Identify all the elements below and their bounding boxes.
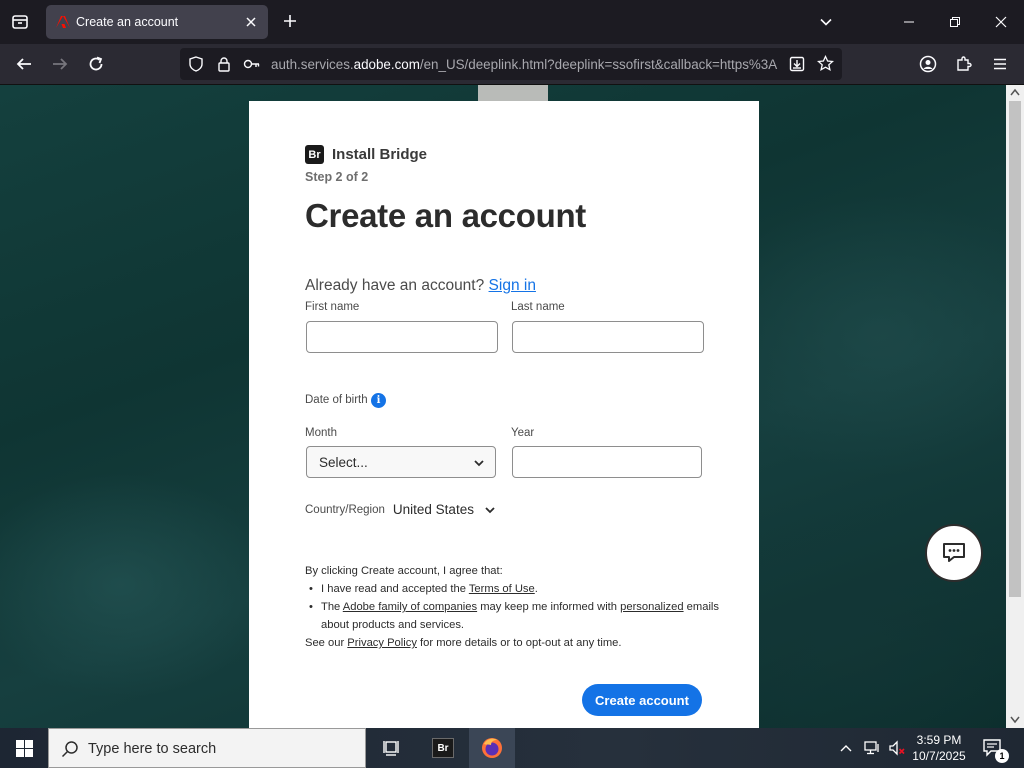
country-region-label: Country/Region bbox=[305, 503, 385, 516]
first-name-label: First name bbox=[305, 301, 360, 313]
chevron-down-icon bbox=[484, 504, 496, 516]
windows-start-icon[interactable] bbox=[0, 728, 48, 768]
bookmark-star-icon[interactable] bbox=[816, 54, 835, 77]
country-region-picker[interactable]: Country/Region United States bbox=[305, 502, 496, 517]
legal-list: I have read and accepted the Terms of Us… bbox=[305, 580, 725, 634]
close-window-icon[interactable] bbox=[978, 0, 1024, 44]
lock-icon[interactable] bbox=[216, 56, 232, 77]
tab-close-icon[interactable] bbox=[242, 13, 260, 31]
windows-taskbar: Type here to search Br 3:59 PM 10/7/2025… bbox=[0, 728, 1024, 768]
chevron-down-icon bbox=[473, 456, 485, 474]
task-view-icon[interactable] bbox=[369, 728, 415, 768]
system-clock[interactable]: 3:59 PM 10/7/2025 bbox=[912, 732, 966, 764]
step-indicator: Step 2 of 2 bbox=[305, 170, 369, 184]
chat-bubble-icon bbox=[943, 543, 965, 562]
taskbar-bridge-app[interactable]: Br bbox=[420, 728, 466, 768]
url-path: /en_US/deeplink.html?deeplink=ssofirst&c… bbox=[419, 57, 778, 72]
legal-text: . bbox=[534, 583, 538, 595]
chat-support-button[interactable] bbox=[925, 524, 983, 582]
url-prefix: auth.services. bbox=[271, 57, 354, 72]
scrollbar-thumb[interactable] bbox=[1009, 101, 1021, 597]
tab-title: Create an account bbox=[76, 15, 179, 29]
page-background: Br Install Bridge Step 2 of 2 Create an … bbox=[0, 85, 1006, 728]
minimize-window-icon[interactable] bbox=[886, 0, 932, 44]
new-tab-plus-icon[interactable] bbox=[279, 10, 301, 32]
notification-center-icon[interactable]: 1 bbox=[976, 728, 1010, 768]
last-name-label: Last name bbox=[511, 301, 565, 313]
scroll-down-arrow-icon[interactable] bbox=[1010, 716, 1020, 724]
app-name: Install Bridge bbox=[332, 146, 428, 163]
site-permissions-key-icon[interactable] bbox=[243, 56, 261, 77]
show-hidden-icons-chevron-icon[interactable] bbox=[833, 728, 859, 768]
month-label: Month bbox=[305, 427, 337, 439]
scroll-up-arrow-icon[interactable] bbox=[1010, 88, 1020, 96]
legal-item-communications: The Adobe family of companies may keep m… bbox=[309, 598, 725, 634]
page-scrollbar[interactable] bbox=[1006, 85, 1024, 728]
firefox-icon bbox=[482, 738, 502, 758]
account-profile-icon[interactable] bbox=[914, 50, 942, 78]
legal-outro: See our Privacy Policy for more details … bbox=[305, 634, 725, 652]
taskbar-search-box[interactable]: Type here to search bbox=[48, 728, 366, 768]
notification-count-badge: 1 bbox=[995, 749, 1009, 763]
already-have-account-label: Already have an account? bbox=[305, 277, 489, 294]
date-of-birth-label: Date of birth bbox=[305, 394, 368, 406]
legal-item-terms: I have read and accepted the Terms of Us… bbox=[309, 580, 725, 598]
signup-card: Br Install Bridge Step 2 of 2 Create an … bbox=[249, 101, 759, 728]
legal-text: for more details or to opt-out at any ti… bbox=[416, 637, 622, 649]
app-header: Br Install Bridge bbox=[305, 145, 427, 164]
last-name-field[interactable] bbox=[512, 321, 704, 353]
search-icon bbox=[61, 740, 79, 763]
browser-navigation-bar: auth.services.adobe.com/en_US/deeplink.h… bbox=[0, 44, 1024, 85]
legal-intro: By clicking Create account, I agree that… bbox=[305, 565, 503, 577]
sign-in-link[interactable]: Sign in bbox=[489, 277, 536, 294]
bridge-logo-icon: Br bbox=[305, 145, 324, 164]
browser-tab-active[interactable]: Create an account bbox=[46, 5, 268, 39]
restore-window-icon[interactable] bbox=[932, 0, 978, 44]
terms-of-use-link[interactable]: Terms of Use bbox=[469, 583, 535, 595]
already-have-account-text: Already have an account? Sign in bbox=[305, 277, 536, 295]
extensions-puzzle-icon[interactable] bbox=[950, 50, 978, 78]
legal-text: may keep me informed with bbox=[477, 601, 621, 613]
create-account-button[interactable]: Create account bbox=[582, 684, 702, 716]
reload-icon[interactable] bbox=[82, 50, 110, 78]
hamburger-menu-icon[interactable] bbox=[986, 50, 1014, 78]
page-title: Create an account bbox=[305, 197, 586, 234]
first-name-field[interactable] bbox=[306, 321, 498, 353]
back-arrow-icon[interactable] bbox=[10, 50, 38, 78]
legal-text: The bbox=[321, 601, 343, 613]
year-label: Year bbox=[511, 427, 535, 439]
adobe-family-of-companies-link[interactable]: Adobe family of companies bbox=[343, 601, 477, 613]
url-host: adobe.com bbox=[353, 57, 420, 72]
privacy-policy-link[interactable]: Privacy Policy bbox=[347, 637, 417, 649]
address-bar[interactable]: auth.services.adobe.com/en_US/deeplink.h… bbox=[180, 48, 842, 80]
list-all-tabs-chevron-icon[interactable] bbox=[815, 11, 837, 33]
browser-tab-bar: Create an account bbox=[0, 0, 1024, 44]
clock-time: 3:59 PM bbox=[916, 733, 962, 747]
network-icon[interactable] bbox=[859, 728, 885, 768]
taskbar-firefox-app[interactable] bbox=[469, 728, 515, 768]
search-placeholder: Type here to search bbox=[88, 741, 217, 757]
forward-arrow-icon[interactable] bbox=[46, 50, 74, 78]
personalized-link[interactable]: personalized bbox=[620, 601, 683, 613]
save-to-pocket-download-icon[interactable] bbox=[789, 56, 805, 77]
volume-muted-icon[interactable] bbox=[884, 728, 910, 768]
year-field[interactable] bbox=[512, 446, 702, 478]
clock-date: 10/7/2025 bbox=[912, 749, 966, 763]
country-region-value: United States bbox=[392, 502, 474, 517]
tab-list-icon[interactable] bbox=[6, 8, 34, 36]
bridge-app-icon: Br bbox=[432, 738, 454, 758]
url-text[interactable]: auth.services.adobe.com/en_US/deeplink.h… bbox=[271, 57, 781, 72]
month-select[interactable]: Select... bbox=[306, 446, 496, 478]
legal-text: I have read and accepted the bbox=[321, 583, 469, 595]
adobe-favicon-icon bbox=[55, 14, 71, 30]
legal-text: See our bbox=[305, 637, 348, 649]
tracking-protection-shield-icon[interactable] bbox=[188, 56, 204, 77]
month-selected-value: Select... bbox=[319, 455, 368, 470]
info-icon[interactable]: i bbox=[371, 393, 386, 408]
legal-terms: By clicking Create account, I agree that… bbox=[305, 562, 725, 652]
